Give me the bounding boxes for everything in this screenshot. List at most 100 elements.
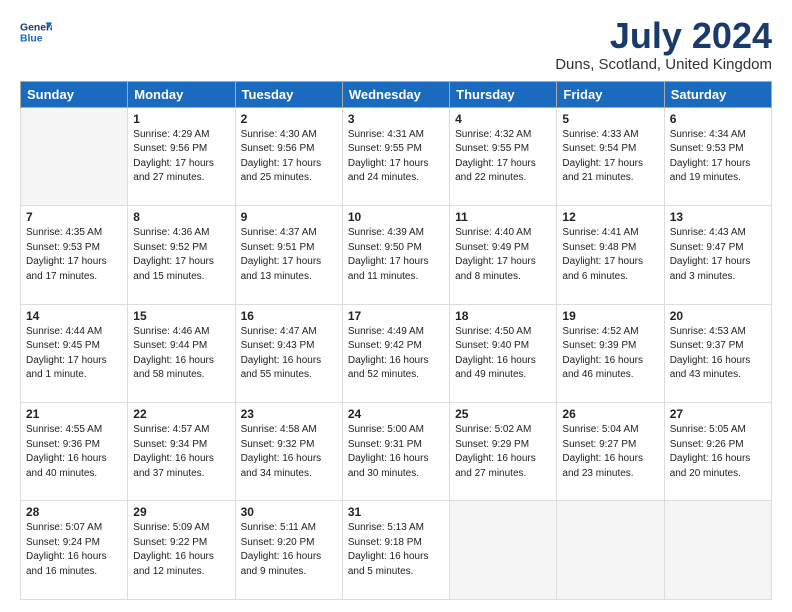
table-cell: 21 Sunrise: 4:55 AM Sunset: 9:36 PM Dayli…	[21, 403, 128, 501]
table-cell: 9 Sunrise: 4:37 AM Sunset: 9:51 PM Daylig…	[235, 206, 342, 304]
day-number: 17	[348, 309, 444, 323]
week-row-2: 7 Sunrise: 4:35 AM Sunset: 9:53 PM Daylig…	[21, 206, 772, 304]
day-number: 6	[670, 112, 766, 126]
day-number: 12	[562, 210, 658, 224]
col-friday: Friday	[557, 81, 664, 107]
day-number: 1	[133, 112, 229, 126]
day-number: 3	[348, 112, 444, 126]
day-info: Sunrise: 4:43 AM Sunset: 9:47 PM Dayligh…	[670, 226, 766, 284]
week-row-3: 14 Sunrise: 4:44 AM Sunset: 9:45 PM Dayli…	[21, 304, 772, 402]
col-wednesday: Wednesday	[342, 81, 449, 107]
day-number: 31	[348, 505, 444, 519]
day-info: Sunrise: 4:35 AM Sunset: 9:53 PM Dayligh…	[26, 226, 122, 284]
table-cell: 2Sunrise: 4:30 AM Sunset: 9:56 PM Daylig…	[235, 107, 342, 205]
table-cell: 18 Sunrise: 4:50 AM Sunset: 9:40 PM Dayli…	[450, 304, 557, 402]
day-info: Sunrise: 4:52 AM Sunset: 9:39 PM Dayligh…	[562, 325, 658, 383]
table-cell: 8 Sunrise: 4:36 AM Sunset: 9:52 PM Daylig…	[128, 206, 235, 304]
day-info: Sunrise: 4:55 AM Sunset: 9:36 PM Dayligh…	[26, 423, 122, 481]
day-number: 30	[241, 505, 337, 519]
day-info: Sunrise: 4:29 AM Sunset: 9:56 PM Dayligh…	[133, 128, 229, 186]
table-cell: 1 Sunrise: 4:29 AM Sunset: 9:56 PM Daylig…	[128, 107, 235, 205]
subtitle: Duns, Scotland, United Kingdom	[555, 56, 772, 73]
table-cell	[450, 501, 557, 600]
table-cell: 13Sunrise: 4:43 AM Sunset: 9:47 PM Dayli…	[664, 206, 771, 304]
day-info: Sunrise: 5:02 AM Sunset: 9:29 PM Dayligh…	[455, 423, 551, 481]
table-cell: 5 Sunrise: 4:33 AM Sunset: 9:54 PM Daylig…	[557, 107, 664, 205]
table-cell: 24 Sunrise: 5:00 AM Sunset: 9:31 PM Dayli…	[342, 403, 449, 501]
day-info: Sunrise: 5:00 AM Sunset: 9:31 PM Dayligh…	[348, 423, 444, 481]
col-sunday: Sunday	[21, 81, 128, 107]
table-cell: 22 Sunrise: 4:57 AM Sunset: 9:34 PM Dayli…	[128, 403, 235, 501]
day-info: Sunrise: 4:58 AM Sunset: 9:32 PM Dayligh…	[241, 423, 337, 481]
day-number: 7	[26, 210, 122, 224]
table-cell: 20 Sunrise: 4:53 AM Sunset: 9:37 PM Dayli…	[664, 304, 771, 402]
day-number: 9	[241, 210, 337, 224]
day-info: Sunrise: 4:36 AM Sunset: 9:52 PM Dayligh…	[133, 226, 229, 284]
table-cell: 25Sunrise: 5:02 AM Sunset: 9:29 PM Dayli…	[450, 403, 557, 501]
col-tuesday: Tuesday	[235, 81, 342, 107]
day-info: Sunrise: 4:31 AM Sunset: 9:55 PM Dayligh…	[348, 128, 444, 186]
day-info: Sunrise: 4:37 AM Sunset: 9:51 PM Dayligh…	[241, 226, 337, 284]
logo: General Blue	[20, 16, 52, 48]
svg-text:Blue: Blue	[20, 34, 43, 45]
day-info: Sunrise: 4:33 AM Sunset: 9:54 PM Dayligh…	[562, 128, 658, 186]
day-number: 29	[133, 505, 229, 519]
table-cell	[557, 501, 664, 600]
day-number: 28	[26, 505, 122, 519]
header-row: Sunday Monday Tuesday Wednesday Thursday…	[21, 81, 772, 107]
day-info: Sunrise: 5:09 AM Sunset: 9:22 PM Dayligh…	[133, 521, 229, 579]
table-cell: 31 Sunrise: 5:13 AM Sunset: 9:18 PM Dayli…	[342, 501, 449, 600]
table-cell: 29 Sunrise: 5:09 AM Sunset: 9:22 PM Dayli…	[128, 501, 235, 600]
day-number: 10	[348, 210, 444, 224]
day-info: Sunrise: 4:57 AM Sunset: 9:34 PM Dayligh…	[133, 423, 229, 481]
day-number: 15	[133, 309, 229, 323]
day-info: Sunrise: 4:53 AM Sunset: 9:37 PM Dayligh…	[670, 325, 766, 383]
table-cell	[21, 107, 128, 205]
week-row-1: 1 Sunrise: 4:29 AM Sunset: 9:56 PM Daylig…	[21, 107, 772, 205]
day-info: Sunrise: 4:40 AM Sunset: 9:49 PM Dayligh…	[455, 226, 551, 284]
table-cell: 11 Sunrise: 4:40 AM Sunset: 9:49 PM Dayli…	[450, 206, 557, 304]
day-number: 20	[670, 309, 766, 323]
week-row-4: 21 Sunrise: 4:55 AM Sunset: 9:36 PM Dayli…	[21, 403, 772, 501]
day-info: Sunrise: 4:44 AM Sunset: 9:45 PM Dayligh…	[26, 325, 122, 383]
table-cell: 19Sunrise: 4:52 AM Sunset: 9:39 PM Dayli…	[557, 304, 664, 402]
day-number: 14	[26, 309, 122, 323]
main-title: July 2024	[555, 16, 772, 56]
table-cell: 23Sunrise: 4:58 AM Sunset: 9:32 PM Dayli…	[235, 403, 342, 501]
day-number: 18	[455, 309, 551, 323]
table-cell: 12 Sunrise: 4:41 AM Sunset: 9:48 PM Dayli…	[557, 206, 664, 304]
table-cell: 26Sunrise: 5:04 AM Sunset: 9:27 PM Dayli…	[557, 403, 664, 501]
day-info: Sunrise: 4:47 AM Sunset: 9:43 PM Dayligh…	[241, 325, 337, 383]
col-monday: Monday	[128, 81, 235, 107]
header: General Blue July 2024 Duns, Scotland, U…	[20, 16, 772, 73]
day-number: 22	[133, 407, 229, 421]
day-info: Sunrise: 5:05 AM Sunset: 9:26 PM Dayligh…	[670, 423, 766, 481]
table-cell: 7 Sunrise: 4:35 AM Sunset: 9:53 PM Daylig…	[21, 206, 128, 304]
table-cell: 6Sunrise: 4:34 AM Sunset: 9:53 PM Daylig…	[664, 107, 771, 205]
day-info: Sunrise: 4:41 AM Sunset: 9:48 PM Dayligh…	[562, 226, 658, 284]
table-cell: 4Sunrise: 4:32 AM Sunset: 9:55 PM Daylig…	[450, 107, 557, 205]
table-cell: 28Sunrise: 5:07 AM Sunset: 9:24 PM Dayli…	[21, 501, 128, 600]
calendar-table: Sunday Monday Tuesday Wednesday Thursday…	[20, 81, 772, 600]
day-info: Sunrise: 4:32 AM Sunset: 9:55 PM Dayligh…	[455, 128, 551, 186]
table-cell: 3 Sunrise: 4:31 AM Sunset: 9:55 PM Daylig…	[342, 107, 449, 205]
week-row-5: 28Sunrise: 5:07 AM Sunset: 9:24 PM Dayli…	[21, 501, 772, 600]
day-info: Sunrise: 4:39 AM Sunset: 9:50 PM Dayligh…	[348, 226, 444, 284]
table-cell: 14 Sunrise: 4:44 AM Sunset: 9:45 PM Dayli…	[21, 304, 128, 402]
day-info: Sunrise: 5:13 AM Sunset: 9:18 PM Dayligh…	[348, 521, 444, 579]
day-number: 11	[455, 210, 551, 224]
day-info: Sunrise: 5:04 AM Sunset: 9:27 PM Dayligh…	[562, 423, 658, 481]
day-number: 24	[348, 407, 444, 421]
logo-icon: General Blue	[20, 16, 52, 48]
day-number: 5	[562, 112, 658, 126]
col-thursday: Thursday	[450, 81, 557, 107]
day-info: Sunrise: 4:46 AM Sunset: 9:44 PM Dayligh…	[133, 325, 229, 383]
day-info: Sunrise: 4:50 AM Sunset: 9:40 PM Dayligh…	[455, 325, 551, 383]
day-number: 21	[26, 407, 122, 421]
day-info: Sunrise: 4:49 AM Sunset: 9:42 PM Dayligh…	[348, 325, 444, 383]
col-saturday: Saturday	[664, 81, 771, 107]
day-info: Sunrise: 4:30 AM Sunset: 9:56 PM Dayligh…	[241, 128, 337, 186]
day-number: 8	[133, 210, 229, 224]
table-cell: 16Sunrise: 4:47 AM Sunset: 9:43 PM Dayli…	[235, 304, 342, 402]
page: General Blue July 2024 Duns, Scotland, U…	[0, 0, 792, 612]
